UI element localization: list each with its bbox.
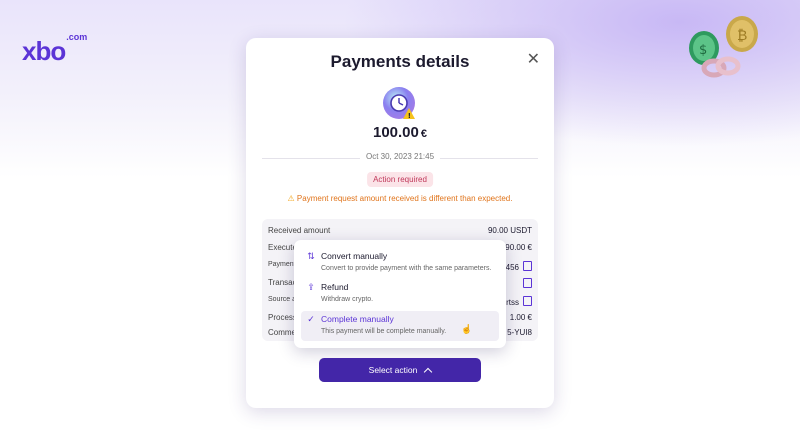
warning-icon: ⚠	[287, 194, 295, 203]
modal-title: Payments details	[330, 52, 470, 71]
coins-illustration: ₿ $	[689, 16, 758, 78]
menu-item-convert-manually[interactable]: ⇅ Convert manually Convert to provide pa…	[301, 248, 499, 278]
payment-date: Oct 30, 2023 21:45	[359, 152, 441, 161]
svg-text:!: !	[408, 112, 411, 120]
pending-warning-icon: !	[383, 87, 415, 120]
status-badge: Action required	[367, 172, 433, 187]
xbo-logo: xbo.com	[22, 32, 88, 66]
chevron-up-icon	[424, 367, 433, 376]
hand-pointer-icon: ☝	[461, 324, 473, 334]
refund-icon: ⇪	[307, 282, 315, 292]
date-divider: Oct 30, 2023 21:45	[262, 152, 538, 164]
copy-icon[interactable]	[523, 278, 532, 288]
menu-item-refund[interactable]: ⇪ Refund Withdraw crypto.	[301, 279, 499, 309]
action-dropdown-menu: ⇅ Convert manually Convert to provide pa…	[294, 240, 506, 348]
warning-message: ⚠ Payment request amount received is dif…	[287, 194, 513, 203]
svg-text:$: $	[699, 43, 707, 58]
convert-icon: ⇅	[307, 251, 315, 261]
menu-item-complete-manually[interactable]: ✓ Complete manually This payment will be…	[301, 311, 499, 341]
copy-icon[interactable]	[523, 296, 532, 306]
payments-details-modal: ✕ Payments details ! 100.00 € Oct 30, 202…	[246, 38, 554, 408]
detail-row: Received amount 90.00 USDT	[268, 226, 532, 235]
payment-amount: 100.00 €	[372, 124, 427, 141]
svg-text:₿: ₿	[737, 28, 747, 44]
checkmark-icon: ✓	[307, 314, 315, 324]
select-action-button[interactable]: Select action	[319, 358, 481, 382]
copy-icon[interactable]	[523, 261, 532, 271]
